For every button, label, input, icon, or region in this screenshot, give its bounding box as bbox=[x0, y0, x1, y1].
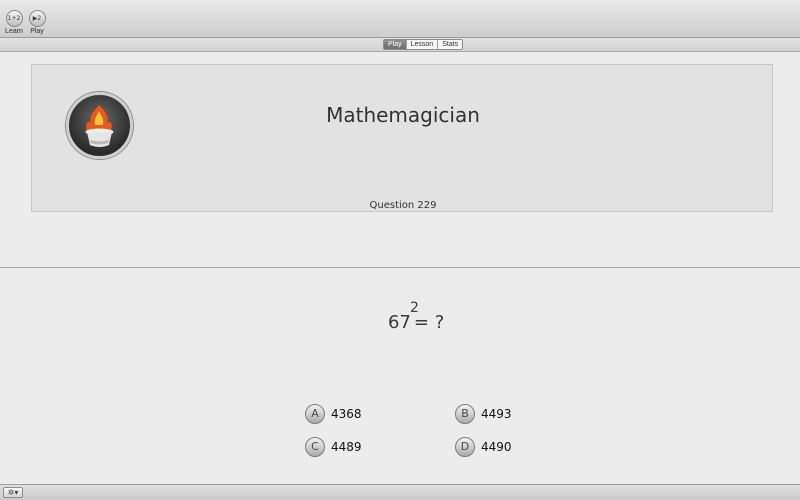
section-divider bbox=[0, 267, 800, 268]
play-button[interactable]: ▶2 Play bbox=[25, 10, 49, 35]
tab-stats[interactable]: Stats bbox=[438, 40, 462, 49]
answer-a-value: 4368 bbox=[331, 407, 362, 421]
question-number: Question 229 bbox=[369, 200, 437, 211]
learn-label: Learn bbox=[5, 28, 23, 35]
bottom-bar: ✲▾ bbox=[0, 484, 800, 500]
answer-c-value: 4489 bbox=[331, 440, 362, 454]
toolbar: 1+2 Learn ▶2 Play bbox=[0, 0, 800, 38]
app-title: Mathemagician bbox=[326, 103, 480, 127]
tab-bar: Play Lesson Stats bbox=[0, 38, 800, 52]
answer-a[interactable]: A 4368 bbox=[305, 404, 362, 424]
answer-d[interactable]: D 4490 bbox=[455, 437, 512, 457]
header-panel: Mathemagician Question 229 bbox=[31, 64, 773, 212]
learn-button[interactable]: 1+2 Learn bbox=[2, 10, 26, 35]
equation-exponent: 2 bbox=[410, 300, 419, 316]
gear-icon[interactable]: ✲▾ bbox=[3, 487, 23, 498]
equation-base: 67 bbox=[388, 312, 411, 333]
answer-c[interactable]: C 4489 bbox=[305, 437, 362, 457]
answer-b[interactable]: B 4493 bbox=[455, 404, 512, 424]
play-label: Play bbox=[30, 28, 44, 35]
answer-d-value: 4490 bbox=[481, 440, 512, 454]
answer-b-letter[interactable]: B bbox=[455, 404, 475, 424]
problem-equation: 67 2 = ? bbox=[388, 300, 444, 333]
answer-d-letter[interactable]: D bbox=[455, 437, 475, 457]
answer-a-letter[interactable]: A bbox=[305, 404, 325, 424]
play-icon: ▶2 bbox=[28, 10, 46, 27]
tab-play[interactable]: Play bbox=[384, 40, 407, 49]
mode-segmented-control: Play Lesson Stats bbox=[383, 39, 464, 50]
answer-b-value: 4493 bbox=[481, 407, 512, 421]
tab-lesson[interactable]: Lesson bbox=[407, 40, 439, 49]
learn-icon: 1+2 bbox=[5, 10, 23, 27]
answer-c-letter[interactable]: C bbox=[305, 437, 325, 457]
